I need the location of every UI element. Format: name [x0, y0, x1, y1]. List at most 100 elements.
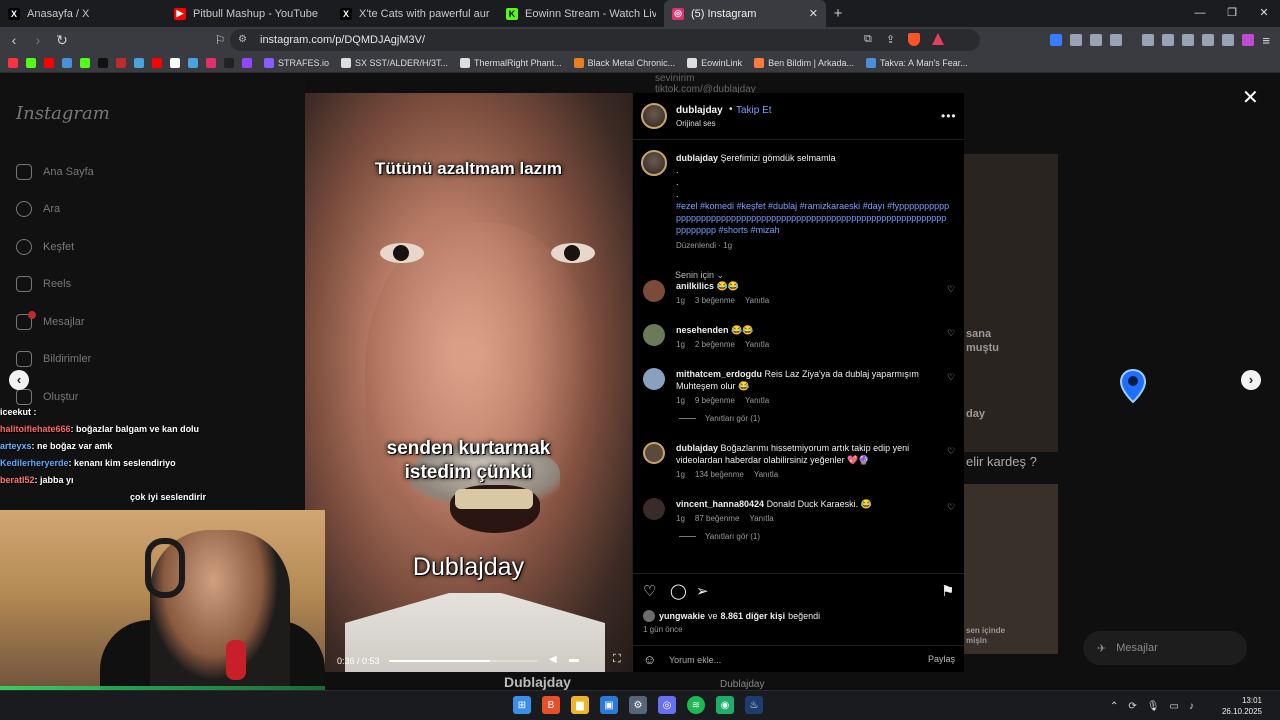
bookmark-icon[interactable] — [224, 57, 234, 68]
comment-like-icon[interactable]: ♡ — [947, 372, 955, 383]
extension-icon[interactable] — [1090, 34, 1103, 46]
browser-tab[interactable]: X X'te Cats with pawerful aura: "too m — [332, 0, 498, 27]
bookmark-item[interactable]: Takva: A Man's Fear... — [866, 57, 968, 68]
previous-post-icon[interactable]: ‹ — [9, 370, 29, 390]
comment-like-icon[interactable]: ♡ — [947, 328, 955, 339]
sidebar-item-search[interactable]: Ara — [16, 191, 94, 229]
sidebar-item-heart[interactable]: Bildirimler — [16, 341, 94, 379]
comment-likes[interactable]: 87 beğenme — [695, 514, 739, 523]
browser-tab[interactable]: X Anasayfa / X — [0, 0, 166, 27]
bookmark-icon[interactable] — [8, 57, 18, 68]
tray-volume-icon[interactable]: ♪ — [1189, 701, 1194, 712]
commenter-username[interactable]: dublajday — [676, 443, 718, 453]
sidebar-item-compass[interactable]: Keşfet — [16, 228, 94, 266]
commenter-avatar[interactable] — [643, 280, 665, 302]
bookmark-icon[interactable] — [98, 57, 108, 68]
minimize-icon[interactable]: — — [1184, 0, 1216, 27]
spotify-icon[interactable]: ≋ — [687, 696, 705, 714]
bookmark-icon[interactable] — [80, 57, 90, 68]
sidebar-item-home[interactable]: Ana Sayfa — [16, 153, 94, 191]
bookmark-icon[interactable] — [170, 57, 180, 68]
music-icon[interactable] — [1142, 34, 1155, 46]
bookmark-item[interactable]: SX SST/ALDER/H/3T... — [341, 57, 448, 68]
sidebar-icon[interactable] — [1162, 34, 1175, 46]
view-replies-button[interactable]: Yanıtları gör (1) — [679, 532, 760, 541]
settings-icon[interactable]: ⚙ — [629, 696, 647, 714]
close-window-icon[interactable]: ✕ — [1248, 0, 1280, 27]
commenter-username[interactable]: vincent_hanna80424 — [676, 499, 764, 509]
bookmark-page-icon[interactable]: ⚐ — [210, 33, 230, 47]
comments-scroll[interactable]: dublajday Şerefimizi gömdük selmamla . .… — [633, 140, 965, 573]
bookmark-item[interactable]: STRAFES.io — [264, 57, 329, 68]
bookmark-icon[interactable] — [26, 57, 36, 68]
wallet-icon[interactable] — [1182, 34, 1195, 46]
bookmark-icon[interactable] — [134, 57, 144, 68]
like-count[interactable]: 8.861 diğer kişi — [721, 611, 786, 621]
tray-sync-icon[interactable]: ⟳ — [1128, 701, 1136, 712]
site-info-icon[interactable]: ⚙ — [238, 34, 250, 46]
extension-icon[interactable] — [1110, 34, 1123, 46]
file-explorer-icon[interactable]: ▆ — [571, 696, 589, 714]
brave-browser-icon[interactable]: B — [542, 696, 560, 714]
audio-label[interactable]: Orijinal ses — [676, 119, 716, 128]
browser-tab[interactable]: K Eowinn Stream - Watch Live on Kick — [498, 0, 664, 27]
liked-by[interactable]: yungwakie ve 8.861 diğer kişi beğendi — [643, 610, 820, 622]
next-post-icon[interactable]: › — [1241, 370, 1261, 390]
bookmark-item[interactable]: ThermalRight Phant... — [460, 57, 562, 68]
vpn-icon[interactable] — [1222, 34, 1235, 46]
commenter-avatar[interactable] — [643, 498, 665, 520]
save-icon[interactable]: ⚑ — [941, 582, 954, 600]
extension-icon[interactable] — [1050, 34, 1063, 46]
sidebar-item-messenger[interactable]: Mesajlar — [16, 303, 94, 341]
commenter-avatar[interactable] — [643, 368, 665, 390]
browser-tab[interactable]: ▶ Pitbull Mashup - YouTube — [166, 0, 332, 27]
comment-likes[interactable]: 2 beğenme — [695, 340, 735, 349]
volume-icon[interactable]: ◀ — [549, 654, 557, 665]
commenter-username[interactable]: anilkilics — [676, 281, 714, 291]
author-username[interactable]: dublajday — [676, 105, 723, 116]
tray-chevron-icon[interactable]: ⌃ — [1110, 701, 1118, 712]
sidebar-item-reels[interactable]: Reels — [16, 266, 94, 304]
instagram-logo[interactable]: Instagram — [16, 103, 110, 124]
chat-username[interactable]: arteyxs — [0, 441, 32, 451]
browser-tab[interactable]: ◎ (5) Instagram ✕ — [664, 0, 826, 27]
obs-icon[interactable]: ◉ — [716, 696, 734, 714]
bookmark-icon[interactable] — [62, 57, 72, 68]
menu-icon[interactable]: ≡ — [1262, 33, 1270, 48]
caption-avatar[interactable] — [641, 150, 667, 176]
store-icon[interactable]: ▣ — [600, 696, 618, 714]
leo-ai-icon[interactable] — [1202, 34, 1215, 46]
chat-username[interactable]: halitoifiehate666 — [0, 424, 71, 434]
bookmark-item[interactable]: Ben Bildim | Arkada... — [754, 57, 854, 68]
reel-video[interactable]: Tütünü azaltmam lazım senden kurtarmak i… — [305, 93, 632, 672]
reply-button[interactable]: Yanıtla — [745, 396, 769, 405]
restore-icon[interactable]: ❐ — [1216, 0, 1248, 27]
bookmark-icon[interactable] — [116, 57, 126, 68]
reply-button[interactable]: Yanıtla — [745, 340, 769, 349]
post-comment-button[interactable]: Paylaş — [928, 654, 955, 664]
video-progress-bar[interactable] — [389, 660, 537, 662]
caption-hashtags[interactable]: #ezel #komedi #keşfet #dublaj #ramizkara… — [676, 200, 951, 236]
extension-icon[interactable] — [1070, 34, 1083, 46]
volume-slider[interactable] — [569, 659, 579, 662]
reply-button[interactable]: Yanıtla — [749, 514, 773, 523]
open-in-app-icon[interactable]: ⧉ — [864, 33, 872, 46]
system-clock[interactable]: 13:01 26.10.2025 — [1212, 695, 1262, 717]
chat-username[interactable]: beratl52 — [0, 475, 35, 485]
reply-button[interactable]: Yanıtla — [754, 470, 778, 479]
fullscreen-icon[interactable]: ⛶ — [613, 653, 621, 666]
comment-likes[interactable]: 9 beğenme — [695, 396, 735, 405]
emoji-icon[interactable]: ☺ — [643, 652, 656, 667]
steam-icon[interactable]: ♨ — [745, 696, 763, 714]
back-icon[interactable]: ‹ — [4, 32, 24, 48]
like-icon[interactable]: ♡ — [643, 582, 656, 600]
brave-rewards-icon[interactable] — [932, 33, 944, 45]
bookmark-icon[interactable] — [242, 57, 252, 68]
liker-username[interactable]: yungwakie — [659, 611, 705, 621]
new-tab-button[interactable]: + — [826, 5, 850, 22]
caption-username[interactable]: dublajday — [676, 153, 718, 163]
bookmark-item[interactable]: Black Metal Chronic... — [573, 57, 675, 68]
profile-icon[interactable] — [1242, 34, 1255, 46]
more-options-icon[interactable]: ••• — [941, 109, 957, 123]
comment-like-icon[interactable]: ♡ — [947, 446, 955, 457]
